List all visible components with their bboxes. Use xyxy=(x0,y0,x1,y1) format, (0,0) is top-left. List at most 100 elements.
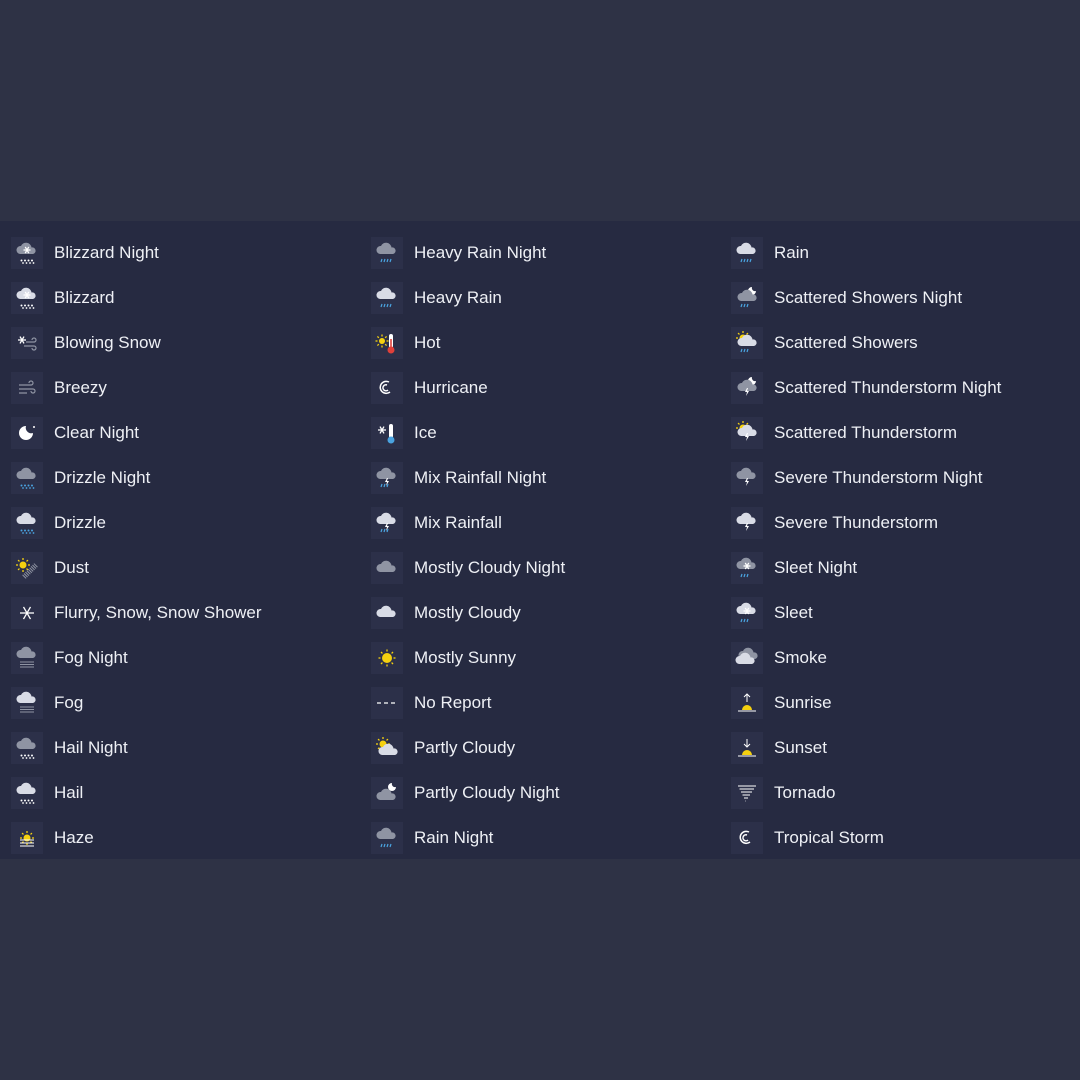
list-item: Hail xyxy=(0,770,262,815)
list-item: Fog xyxy=(0,680,262,725)
item-label: Hot xyxy=(414,332,441,352)
mix-rainfall-night-icon xyxy=(371,461,403,494)
breezy-icon xyxy=(11,371,43,404)
hot-icon xyxy=(371,326,403,359)
no-report-icon xyxy=(371,686,403,719)
list-item: Flurry, Snow, Snow Shower xyxy=(0,590,262,635)
item-label: Heavy Rain xyxy=(414,287,502,307)
drizzle-icon xyxy=(11,506,43,539)
item-label: No Report xyxy=(414,692,492,712)
list-item: Rain Night xyxy=(360,815,565,860)
list-item: Mix Rainfall xyxy=(360,500,565,545)
item-label: Severe Thunderstorm xyxy=(774,512,939,532)
list-item: Severe Thunderstorm Night xyxy=(720,455,1001,500)
list-item: Mostly Cloudy xyxy=(360,590,565,635)
tropical-storm-icon xyxy=(731,821,763,854)
smoke-icon xyxy=(731,641,763,674)
item-label: Rain xyxy=(774,242,809,262)
item-label: Sunrise xyxy=(774,692,832,712)
list-item: Mix Rainfall Night xyxy=(360,455,565,500)
item-label: Sleet xyxy=(774,602,813,622)
item-label: Sleet Night xyxy=(774,557,858,577)
list-item: Tornado xyxy=(720,770,1001,815)
item-label: Hail xyxy=(54,782,84,802)
hail-night-icon xyxy=(11,731,43,764)
list-item: Sunset xyxy=(720,725,1001,770)
item-label: Haze xyxy=(54,827,94,847)
item-label: Sunset xyxy=(774,737,827,757)
rain-night-icon xyxy=(371,821,403,854)
blizzard-night-icon xyxy=(11,236,43,269)
tornado-icon xyxy=(731,776,763,809)
list-item: Clear Night xyxy=(0,410,262,455)
item-label: Mix Rainfall xyxy=(414,512,502,532)
list-item: Sleet Night xyxy=(720,545,1001,590)
item-label: Mostly Sunny xyxy=(414,647,517,667)
item-label: Flurry, Snow, Snow Shower xyxy=(54,602,262,622)
item-label: Hurricane xyxy=(414,377,488,397)
list-item: Heavy Rain xyxy=(360,275,565,320)
list-item: Smoke xyxy=(720,635,1001,680)
item-label: Blizzard xyxy=(54,287,115,307)
dust-icon xyxy=(11,551,43,584)
heavy-rain-icon xyxy=(371,281,403,314)
clear-night-icon xyxy=(11,416,43,449)
item-label: Hail Night xyxy=(54,737,128,757)
list-item: Hot xyxy=(360,320,565,365)
list-item: Mostly Cloudy Night xyxy=(360,545,565,590)
sunrise-icon xyxy=(731,686,763,719)
scattered-thunderstorm-night-icon xyxy=(731,371,763,404)
item-label: Mix Rainfall Night xyxy=(414,467,547,487)
list-item: Scattered Thunderstorm xyxy=(720,410,1001,455)
haze-icon xyxy=(11,821,43,854)
list-item: Drizzle xyxy=(0,500,262,545)
item-label: Clear Night xyxy=(54,422,140,442)
list-item: Scattered Showers xyxy=(720,320,1001,365)
item-label: Drizzle Night xyxy=(54,467,151,487)
hail-icon xyxy=(11,776,43,809)
scattered-showers-icon xyxy=(731,326,763,359)
fog-icon xyxy=(11,686,43,719)
item-label: Drizzle xyxy=(54,512,106,532)
list-item: Ice xyxy=(360,410,565,455)
mostly-cloudy-icon xyxy=(371,596,403,629)
item-label: Tropical Storm xyxy=(774,827,884,847)
weather-icon-list: Blizzard Night Blizzard Blowing Snow Breezy… xyxy=(0,221,1080,859)
list-item: Heavy Rain Night xyxy=(360,230,565,275)
list-item: Partly Cloudy xyxy=(360,725,565,770)
item-label: Dust xyxy=(54,557,89,577)
severe-thunderstorm-icon xyxy=(731,506,763,539)
list-item: Partly Cloudy Night xyxy=(360,770,565,815)
item-label: Mostly Cloudy Night xyxy=(414,557,566,577)
item-label: Scattered Thunderstorm xyxy=(774,422,957,442)
list-item: Hail Night xyxy=(0,725,262,770)
list-item: Scattered Thunderstorm Night xyxy=(720,365,1001,410)
list-item: Dust xyxy=(0,545,262,590)
item-label: Partly Cloudy xyxy=(414,737,516,757)
item-label: Fog Night xyxy=(54,647,128,667)
list-item: No Report xyxy=(360,680,565,725)
item-label: Scattered Showers Night xyxy=(774,287,963,307)
list-item: Sleet xyxy=(720,590,1001,635)
list-item: Haze xyxy=(0,815,262,860)
item-label: Tornado xyxy=(774,782,836,802)
item-label: Blizzard Night xyxy=(54,242,159,262)
hurricane-icon xyxy=(371,371,403,404)
list-item: Rain xyxy=(720,230,1001,275)
sleet-night-icon xyxy=(731,551,763,584)
item-label: Smoke xyxy=(774,647,827,667)
list-item: Severe Thunderstorm xyxy=(720,500,1001,545)
list-item: Blowing Snow xyxy=(0,320,262,365)
list-item: Scattered Showers Night xyxy=(720,275,1001,320)
list-item: Blizzard xyxy=(0,275,262,320)
blizzard-icon xyxy=(11,281,43,314)
item-label: Fog xyxy=(54,692,84,712)
sleet-icon xyxy=(731,596,763,629)
item-label: Scattered Thunderstorm Night xyxy=(774,377,1002,397)
item-label: Heavy Rain Night xyxy=(414,242,547,262)
scattered-showers-night-icon xyxy=(731,281,763,314)
mostly-cloudy-night-icon xyxy=(371,551,403,584)
heavy-rain-night-icon xyxy=(371,236,403,269)
list-item: Drizzle Night xyxy=(0,455,262,500)
mix-rainfall-icon xyxy=(371,506,403,539)
